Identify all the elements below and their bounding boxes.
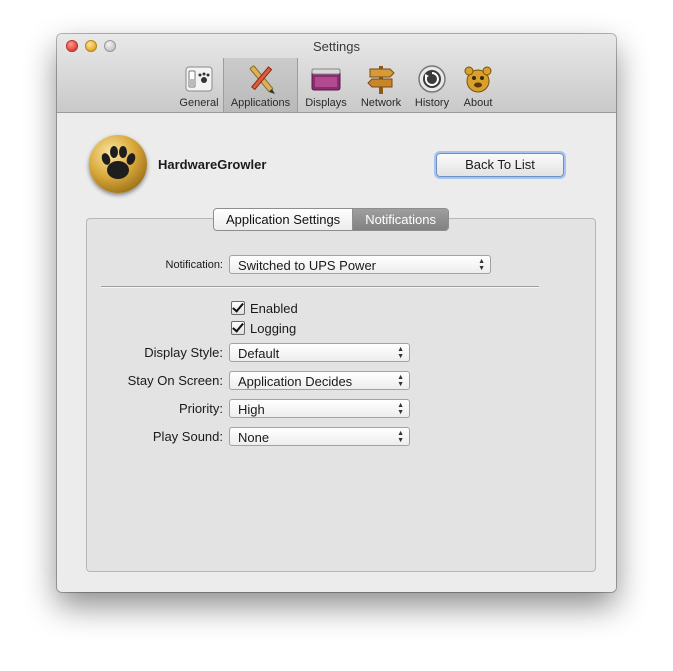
stay-on-screen-select[interactable]: Application Decides ▲ ▼ [229,371,410,390]
logging-checkbox[interactable] [231,321,245,335]
notification-value: Switched to UPS Power [238,258,377,273]
tab-application-settings[interactable]: Application Settings [214,209,354,230]
toolbar-label-about: About [463,97,493,109]
enabled-checkbox-row[interactable]: Enabled [231,300,298,316]
notification-label: Notification: [165,259,223,271]
settings-window: Settings General Applications Displays N… [57,34,616,592]
play-sound-label: Play Sound: [152,429,223,444]
toolbar-item-general[interactable]: General [175,58,223,112]
toolbar-label-general: General [179,97,219,109]
toolbar-item-history[interactable]: History [408,58,456,112]
updown-arrows-icon: ▲ ▼ [397,430,404,444]
about-growl-icon [462,63,494,95]
applications-tools-icon [245,63,277,95]
growl-paw-icon [89,135,147,193]
priority-value: High [238,402,265,417]
notification-select[interactable]: Switched to UPS Power ▲ ▼ [229,255,491,274]
play-sound-value: None [238,430,270,445]
toolbar: Settings General Applications Displays N… [57,34,616,113]
display-style-value: Default [238,346,280,361]
back-to-list-button[interactable]: Back To List [436,153,564,177]
priority-label: Priority: [178,401,223,416]
toolbar-label-history: History [414,97,450,109]
enabled-label: Enabled [250,300,298,316]
network-signpost-icon [365,63,397,95]
toolbar-label-network: Network [360,97,402,109]
stay-on-screen-label: Stay On Screen: [127,373,223,388]
logging-label: Logging [250,320,297,336]
toolbar-item-about[interactable]: About [456,58,500,112]
toolbar-item-network[interactable]: Network [354,58,408,112]
play-sound-select[interactable]: None ▲ ▼ [229,427,410,446]
stay-on-screen-value: Application Decides [238,374,353,389]
toolbar-item-applications[interactable]: Applications [223,58,298,112]
toolbar-item-displays[interactable]: Displays [298,58,354,112]
display-style-select[interactable]: Default ▲ ▼ [229,343,410,362]
updown-arrows-icon: ▲ ▼ [397,374,404,388]
divider [101,286,539,288]
logging-checkbox-row[interactable]: Logging [231,320,296,336]
tab-notifications[interactable]: Notifications [353,209,448,230]
enabled-checkbox[interactable] [231,301,245,315]
displays-window-icon [310,63,342,95]
segmented-tabs: Application Settings Notifications [213,208,449,231]
app-name: HardwareGrowler [158,157,267,172]
toolbar-label-applications: Applications [230,97,291,109]
window-title: Settings [313,39,360,54]
updown-arrows-icon: ▲ ▼ [478,258,485,272]
updown-arrows-icon: ▲ ▼ [397,346,404,360]
history-clock-icon [416,63,448,95]
toolbar-label-displays: Displays [305,97,347,109]
priority-select[interactable]: High ▲ ▼ [229,399,410,418]
updown-arrows-icon: ▲ ▼ [397,402,404,416]
general-switch-icon [183,63,215,95]
display-style-label: Display Style: [144,345,223,360]
content-area: HardwareGrowler Back To List Application… [57,113,616,592]
